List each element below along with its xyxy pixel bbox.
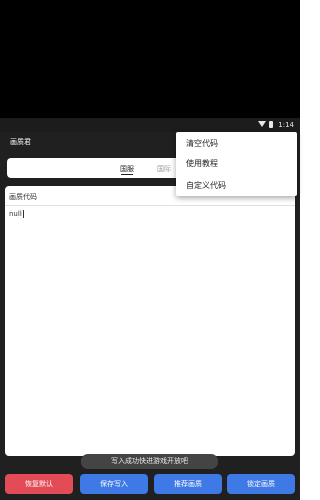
toast-message: 写入成功快进游戏开放吧 (81, 454, 218, 469)
overflow-menu: 清空代码 使用教程 自定义代码 (176, 132, 297, 196)
code-panel: 画质代码 null (5, 186, 295, 456)
save-write-button[interactable]: 保存写入 (80, 474, 148, 494)
tab-cn-server[interactable]: 国服 (120, 164, 134, 175)
recommend-quality-button[interactable]: 推荐画质 (154, 474, 222, 494)
tab-global-server[interactable]: 国际 (157, 164, 171, 174)
code-input[interactable]: null (9, 210, 24, 218)
wifi-icon (258, 121, 266, 127)
divider (5, 205, 295, 206)
app-title: 画质君 (10, 138, 31, 146)
top-black-area (0, 0, 300, 118)
menu-item-clear-code[interactable]: 清空代码 (186, 138, 218, 149)
code-panel-title: 画质代码 (9, 193, 37, 201)
text-cursor (22, 210, 24, 218)
battery-icon (269, 121, 273, 128)
status-bar: 1:14 (0, 118, 300, 132)
menu-item-custom-code[interactable]: 自定义代码 (186, 180, 226, 191)
code-input-value: null (9, 210, 22, 218)
status-time: 1:14 (278, 121, 294, 129)
menu-item-tutorial[interactable]: 使用教程 (186, 158, 218, 169)
lock-quality-button[interactable]: 锁定画质 (227, 474, 295, 494)
restore-default-button[interactable]: 恢复默认 (5, 474, 73, 494)
